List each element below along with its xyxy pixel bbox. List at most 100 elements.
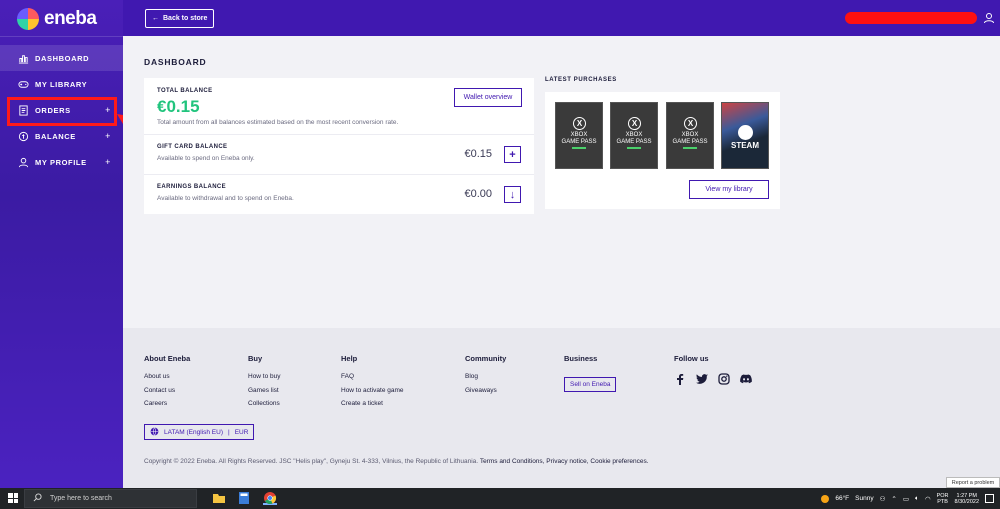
input-language-indicator[interactable]: POR PTB bbox=[937, 493, 949, 505]
purchase-thumbnail-steam[interactable]: STEAM bbox=[721, 102, 769, 169]
footer-col-about: About Eneba About us Contact us Careers bbox=[144, 354, 190, 414]
back-to-store-button[interactable]: ← Back to store bbox=[145, 9, 215, 28]
calculator-icon[interactable] bbox=[237, 491, 251, 505]
discord-icon[interactable] bbox=[740, 373, 752, 385]
footer-link[interactable]: Giveaways bbox=[465, 387, 506, 394]
footer-link[interactable]: Blog bbox=[465, 373, 506, 380]
footer-link[interactable]: Contact us bbox=[144, 387, 190, 394]
gift-card-balance-row: GIFT CARD BALANCE Available to spend on … bbox=[144, 135, 534, 175]
wallet-icon bbox=[18, 131, 29, 142]
ultimate-badge bbox=[683, 147, 697, 149]
clock[interactable]: 1:27 PM 8/30/2022 bbox=[955, 493, 979, 505]
withdraw-button[interactable]: ↓ bbox=[504, 186, 521, 203]
weather-temperature[interactable]: 66°F bbox=[835, 495, 849, 502]
xbox-logo-icon: X bbox=[628, 117, 641, 130]
footer-link[interactable]: Careers bbox=[144, 400, 190, 407]
xbox-logo-icon: X bbox=[684, 117, 697, 130]
gift-card-balance-amount: €0.15 bbox=[464, 148, 492, 160]
instagram-icon[interactable] bbox=[718, 373, 730, 385]
sidebar: eneba DASHBOARD MY LIBRARY ORDERS + BALA… bbox=[0, 0, 123, 488]
privacy-link[interactable]: Privacy notice, bbox=[546, 458, 588, 465]
facebook-icon[interactable] bbox=[674, 373, 686, 385]
redacted-username bbox=[845, 12, 977, 24]
arrow-left-icon: ← bbox=[152, 15, 159, 22]
account-user-icon[interactable] bbox=[983, 12, 995, 24]
social-links bbox=[674, 373, 752, 385]
purchase-thumbnail-xbox-game-pass[interactable]: X XBOX GAME PASS bbox=[666, 102, 714, 169]
footer-col-help: Help FAQ How to activate game Create a t… bbox=[341, 354, 404, 414]
sidebar-divider bbox=[0, 36, 123, 37]
sidebar-item-my-library[interactable]: MY LIBRARY bbox=[0, 71, 123, 97]
steam-logo-icon bbox=[738, 125, 753, 140]
purchase-title: XBOX GAME PASS bbox=[611, 132, 657, 145]
view-my-library-button[interactable]: View my library bbox=[689, 180, 769, 199]
footer-link[interactable]: Games list bbox=[248, 387, 281, 394]
windows-start-icon[interactable] bbox=[8, 493, 18, 503]
people-icon[interactable]: ⚇ bbox=[880, 495, 886, 503]
footer-link[interactable]: Collections bbox=[248, 400, 281, 407]
sidebar-item-balance[interactable]: BALANCE + bbox=[0, 123, 123, 149]
file-explorer-icon[interactable] bbox=[212, 491, 226, 505]
xbox-logo-icon: X bbox=[573, 117, 586, 130]
clock-date: 8/30/2022 bbox=[954, 498, 979, 505]
footer-col-buy: Buy How to buy Games list Collections bbox=[248, 354, 281, 414]
purchase-title: XBOX GAME PASS bbox=[556, 132, 602, 145]
sidebar-item-dashboard[interactable]: DASHBOARD bbox=[0, 45, 123, 71]
notifications-icon[interactable] bbox=[985, 494, 994, 503]
balance-card: TOTAL BALANCE €0.15 Total amount from al… bbox=[144, 78, 534, 214]
wifi-icon[interactable]: ◠ bbox=[925, 495, 931, 503]
copyright-statement: Copyright © 2022 Eneba. All Rights Reser… bbox=[144, 458, 479, 465]
purchase-thumbnail-xbox-game-pass[interactable]: X XBOX GAME PASS bbox=[610, 102, 658, 169]
earnings-balance-label: EARNINGS BALANCE bbox=[157, 184, 227, 190]
cookie-preferences-link[interactable]: Cookie preferences. bbox=[590, 458, 648, 465]
purchase-title-line1: XBOX bbox=[625, 132, 643, 138]
footer-heading: Business bbox=[564, 354, 598, 363]
top-bar: ← Back to store bbox=[123, 0, 1000, 36]
footer: About Eneba About us Contact us Careers … bbox=[123, 328, 1000, 488]
currency-label: EUR bbox=[234, 428, 249, 436]
language-currency-selector[interactable]: LATAM (English EU) | EUR bbox=[144, 424, 255, 440]
sidebar-item-label: MY PROFILE bbox=[35, 157, 87, 167]
windows-taskbar: Type here to search 66°F Sunny ⚇ ⌃ ▭ 🔈︎ … bbox=[0, 488, 1000, 509]
eneba-logo[interactable]: eneba bbox=[17, 6, 97, 32]
purchase-thumbnail-xbox-game-pass[interactable]: X XBOX GAME PASS bbox=[555, 102, 603, 169]
terms-link[interactable]: Terms and Conditions, bbox=[480, 458, 545, 465]
add-gift-card-button[interactable]: + bbox=[504, 146, 521, 163]
sidebar-item-my-profile[interactable]: MY PROFILE + bbox=[0, 149, 123, 175]
twitter-icon[interactable] bbox=[696, 373, 708, 385]
total-balance-amount: €0.15 bbox=[157, 97, 200, 116]
weather-sun-icon bbox=[821, 494, 830, 503]
steam-label: STEAM bbox=[731, 141, 759, 150]
chrome-icon[interactable] bbox=[263, 491, 277, 505]
network-icon[interactable]: ▭ bbox=[903, 495, 909, 503]
footer-link[interactable]: How to activate game bbox=[341, 387, 404, 394]
footer-link[interactable]: How to buy bbox=[248, 373, 281, 380]
footer-link[interactable]: Create a ticket bbox=[341, 400, 404, 407]
purchase-title-line1: XBOX bbox=[681, 132, 699, 138]
gift-card-balance-description: Available to spend on Eneba only. bbox=[157, 155, 255, 162]
clock-time: 1:27 PM bbox=[956, 492, 977, 499]
footer-link[interactable]: About us bbox=[144, 373, 190, 380]
footer-link[interactable]: FAQ bbox=[341, 373, 404, 380]
expand-plus-icon[interactable]: + bbox=[105, 131, 111, 141]
locale-separator: | bbox=[228, 428, 230, 436]
speaker-icon[interactable]: 🔈︎ bbox=[915, 495, 919, 503]
total-balance-row: TOTAL BALANCE €0.15 Total amount from al… bbox=[144, 78, 534, 135]
total-balance-description: Total amount from all balances estimated… bbox=[157, 119, 399, 126]
brand-name: eneba bbox=[44, 8, 97, 29]
earnings-balance-amount: €0.00 bbox=[464, 188, 492, 200]
earnings-balance-description: Available to withdrawal and to spend on … bbox=[157, 195, 294, 202]
chevron-up-icon[interactable]: ⌃ bbox=[891, 495, 896, 503]
annotation-highlight-box bbox=[7, 97, 117, 126]
expand-plus-icon[interactable]: + bbox=[105, 157, 111, 167]
copyright-text: Copyright © 2022 Eneba. All Rights Reser… bbox=[144, 458, 649, 465]
taskbar-search-box[interactable]: Type here to search bbox=[24, 489, 197, 508]
footer-heading: Follow us bbox=[674, 354, 709, 363]
total-balance-label: TOTAL BALANCE bbox=[157, 88, 213, 94]
sell-on-eneba-button[interactable]: Sell on Eneba bbox=[564, 377, 617, 392]
sidebar-item-label: MY LIBRARY bbox=[35, 79, 88, 89]
report-problem-button[interactable]: Report a problem bbox=[946, 477, 1000, 488]
purchase-title-line2: GAME PASS bbox=[672, 138, 708, 145]
weather-description[interactable]: Sunny bbox=[855, 495, 873, 502]
wallet-overview-button[interactable]: Wallet overview bbox=[454, 88, 522, 107]
